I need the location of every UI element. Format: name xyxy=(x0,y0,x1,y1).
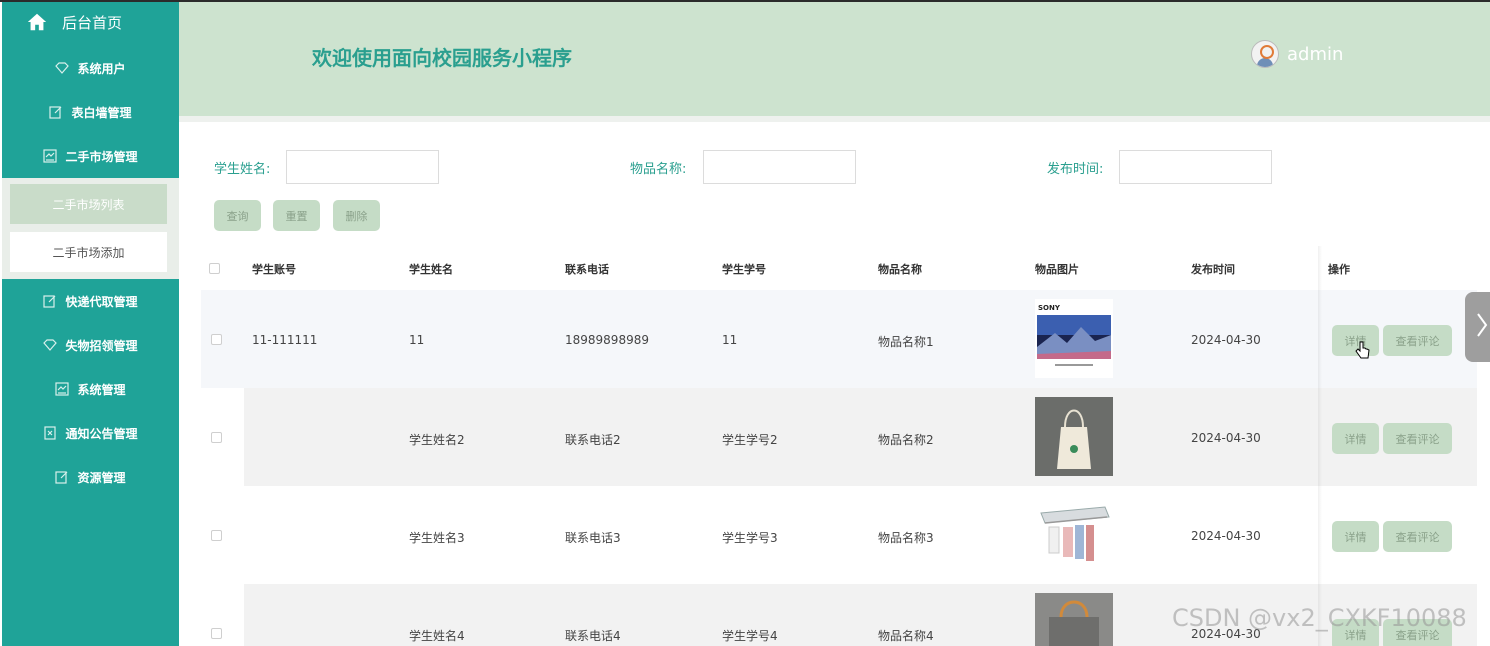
cell-time: 2024-04-30 xyxy=(1191,333,1261,347)
watermark: CSDN @vx2_CXKF10088 xyxy=(1172,604,1467,632)
top-header: 欢迎使用面向校园服务小程序 admin xyxy=(179,2,1490,116)
sidebar-item-label: 表白墙管理 xyxy=(71,105,132,120)
cell-phone: 18989898989 xyxy=(565,333,649,347)
column-header: 发布时间 xyxy=(1191,263,1235,276)
select-all-checkbox[interactable] xyxy=(209,263,220,274)
detail-button[interactable]: 详情 xyxy=(1332,521,1379,552)
view-comments-button[interactable]: 查看评论 xyxy=(1383,325,1452,356)
item-name-input[interactable] xyxy=(703,150,856,184)
username[interactable]: admin xyxy=(1287,44,1343,65)
diamond-icon xyxy=(43,338,58,352)
column-header: 学生账号 xyxy=(252,263,296,276)
home-icon xyxy=(26,11,48,33)
sidebar-home[interactable]: 后台首页 xyxy=(2,2,179,42)
cell-phone: 联系电话2 xyxy=(565,433,621,447)
edit-icon xyxy=(43,294,57,308)
column-header: 学生姓名 xyxy=(409,263,453,276)
header-divider xyxy=(179,116,1490,122)
table-header: 学生账号 学生姓名 联系电话 学生学号 物品名称 物品图片 发布时间 操作 xyxy=(201,246,1477,290)
view-comments-button[interactable]: 查看评论 xyxy=(1383,521,1452,552)
chevron-right-icon xyxy=(1475,311,1489,343)
doc-icon xyxy=(43,426,57,440)
cell-name: 11 xyxy=(409,333,425,347)
reset-button[interactable]: 重置 xyxy=(273,200,320,231)
sidebar-item-label: 快递代取管理 xyxy=(65,294,138,309)
cell-item: 物品名称4 xyxy=(878,629,934,643)
submenu: 二手市场列表 二手市场添加 xyxy=(2,178,179,279)
cell-account: 11-111111 xyxy=(252,333,318,347)
edit-icon xyxy=(49,105,63,119)
cell-name: 学生姓名4 xyxy=(409,629,465,643)
fixed-column-shadow xyxy=(1318,246,1322,646)
column-header: 物品名称 xyxy=(878,263,922,276)
cell-time: 2024-04-30 xyxy=(1191,431,1261,445)
item-name-label: 物品名称: xyxy=(630,162,687,177)
cell-item: 物品名称2 xyxy=(878,433,934,447)
cell-student-no: 11 xyxy=(722,333,738,347)
diamond-icon xyxy=(55,61,70,75)
column-header: 学生学号 xyxy=(722,263,766,276)
view-comments-button[interactable]: 查看评论 xyxy=(1383,423,1452,454)
item-image-felt-bag[interactable] xyxy=(1035,593,1113,646)
app-title: 欢迎使用面向校园服务小程序 xyxy=(312,46,572,70)
sidebar-item-label: 系统用户 xyxy=(77,61,126,76)
sidebar-item-label: 二手市场管理 xyxy=(65,149,138,164)
sidebar-item-label: 通知公告管理 xyxy=(65,426,138,441)
item-image-tv[interactable]: SONY xyxy=(1035,299,1113,378)
delete-button[interactable]: 删除 xyxy=(333,200,380,231)
sidebar-item-label: 资源管理 xyxy=(77,470,126,485)
sidebar-item-resource-management[interactable]: 资源管理 xyxy=(2,455,179,499)
cell-name: 学生姓名2 xyxy=(409,433,465,447)
row-checkbox[interactable] xyxy=(211,628,222,639)
scroll-right-button[interactable] xyxy=(1465,292,1490,362)
table-row[interactable]: 学生姓名2 联系电话2 学生学号2 物品名称2 2024-04-30 详情 查看… xyxy=(201,388,1477,486)
table-row[interactable]: 学生姓名3 联系电话3 学生学号3 物品名称3 2024-04-30 详情 查看… xyxy=(201,486,1477,584)
submenu-item-market-list[interactable]: 二手市场列表 xyxy=(10,184,167,224)
sidebar-item-express-pickup[interactable]: 快递代取管理 xyxy=(2,279,179,323)
sidebar-item-label: 失物招领管理 xyxy=(65,338,138,353)
column-header: 物品图片 xyxy=(1035,263,1079,276)
query-button[interactable]: 查询 xyxy=(214,200,261,231)
student-name-label: 学生姓名: xyxy=(214,162,271,177)
cell-item: 物品名称1 xyxy=(878,335,934,349)
table-row[interactable]: 11-111111 11 18989898989 11 物品名称1 SONY 2… xyxy=(201,290,1477,388)
user-menu[interactable]: admin xyxy=(1251,40,1343,68)
chart-icon xyxy=(55,382,70,396)
cursor-hand-icon xyxy=(1355,340,1371,363)
tv-brand-text: SONY xyxy=(1038,304,1061,312)
detail-button[interactable]: 详情 xyxy=(1332,423,1379,454)
column-header: 联系电话 xyxy=(565,263,609,276)
column-header: 操作 xyxy=(1328,263,1350,276)
sidebar-home-label: 后台首页 xyxy=(62,13,123,32)
cell-student-no: 学生学号3 xyxy=(722,531,778,545)
sidebar-item-confession-wall[interactable]: 表白墙管理 xyxy=(2,90,179,134)
chart-icon xyxy=(43,149,58,163)
cell-phone: 联系电话4 xyxy=(565,629,621,643)
row-checkbox[interactable] xyxy=(211,334,222,345)
row-checkbox[interactable] xyxy=(211,432,222,443)
sidebar-item-second-hand-market[interactable]: 二手市场管理 xyxy=(2,134,179,178)
edit-icon xyxy=(55,470,69,484)
student-name-input[interactable] xyxy=(286,150,439,184)
sidebar-item-system-users[interactable]: 系统用户 xyxy=(2,46,179,90)
cell-name: 学生姓名3 xyxy=(409,531,465,545)
sidebar-item-lost-found[interactable]: 失物招领管理 xyxy=(2,323,179,367)
cell-item: 物品名称3 xyxy=(878,531,934,545)
item-image-clothes-rack[interactable] xyxy=(1035,495,1113,574)
sidebar-item-system-management[interactable]: 系统管理 xyxy=(2,367,179,411)
sidebar-item-notice-management[interactable]: 通知公告管理 xyxy=(2,411,179,455)
submenu-item-market-add[interactable]: 二手市场添加 xyxy=(10,232,167,272)
publish-time-label: 发布时间: xyxy=(1047,162,1104,177)
row-checkbox[interactable] xyxy=(211,530,222,541)
cell-time: 2024-04-30 xyxy=(1191,529,1261,543)
item-image-tote-bag[interactable] xyxy=(1035,397,1113,476)
cell-student-no: 学生学号2 xyxy=(722,433,778,447)
avatar[interactable] xyxy=(1251,40,1279,68)
cell-student-no: 学生学号4 xyxy=(722,629,778,643)
publish-time-input[interactable] xyxy=(1119,150,1272,184)
cell-phone: 联系电话3 xyxy=(565,531,621,545)
sidebar: 后台首页 系统用户 表白墙管理 二手市场管理 二手市场列表 二手市场添加 快递代… xyxy=(2,2,179,646)
sidebar-item-label: 系统管理 xyxy=(77,382,126,397)
